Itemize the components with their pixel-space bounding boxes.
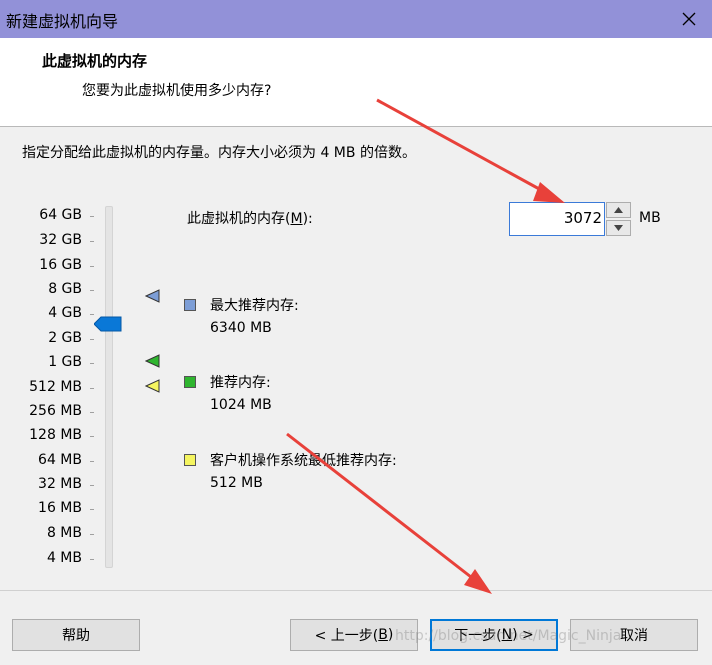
scale-tick [90, 339, 94, 340]
wizard-header: 此虚拟机的内存 您要为此虚拟机使用多少内存? [0, 38, 712, 127]
guest-min-value: 512 MB [210, 475, 263, 491]
scale-tick [90, 534, 94, 535]
scale-tick [90, 436, 94, 437]
spin-down-button[interactable] [606, 220, 631, 236]
close-icon [682, 12, 696, 26]
chevron-down-icon [614, 225, 623, 231]
scale-tick [90, 509, 94, 510]
guest-min-swatch [184, 454, 196, 466]
scale-tick [90, 241, 94, 242]
guest-min-marker [145, 379, 160, 393]
scale-label: 4 MB [46, 550, 82, 566]
scale-label: 2 GB [48, 330, 82, 346]
scale-tick [90, 363, 94, 364]
scale-label: 16 GB [39, 257, 82, 273]
scale-label: 64 MB [38, 452, 82, 468]
recommended-swatch [184, 376, 196, 388]
scale-tick [90, 314, 94, 315]
scale-tick [90, 216, 94, 217]
scale-tick [90, 559, 94, 560]
scale-label: 1 GB [48, 354, 82, 370]
scale-label: 32 MB [38, 476, 82, 492]
watermark: http://blog.csdn.net/Magic_Ninja [395, 628, 622, 644]
memory-slider-thumb[interactable] [93, 316, 122, 336]
instruction-text: 指定分配给此虚拟机的内存量。内存大小必须为 4 MB 的倍数。 [22, 145, 416, 161]
scale-label: 4 GB [48, 305, 82, 321]
scale-label: 8 GB [48, 281, 82, 297]
scale-label: 8 MB [46, 525, 82, 541]
memory-field[interactable] [509, 202, 608, 236]
scale-label: 64 GB [39, 207, 82, 223]
footer-divider [0, 590, 712, 591]
scale-label: 256 MB [29, 403, 82, 419]
scale-label: 128 MB [29, 427, 82, 443]
memory-input[interactable] [510, 203, 608, 233]
help-button[interactable]: 帮助 [12, 619, 140, 651]
scale-tick [90, 412, 94, 413]
max-recommended-value: 6340 MB [210, 320, 272, 336]
close-button[interactable] [666, 0, 712, 38]
memory-unit: MB [639, 210, 661, 226]
scale-label: 16 MB [38, 500, 82, 516]
scale-tick [90, 388, 94, 389]
recommended-value: 1024 MB [210, 397, 272, 413]
page-subtitle: 您要为此虚拟机使用多少内存? [82, 83, 272, 99]
guest-min-label: 客户机操作系统最低推荐内存: [210, 453, 397, 469]
title-bar: 新建虚拟机向导 [0, 0, 712, 38]
scale-label: 32 GB [39, 232, 82, 248]
scale-label: 512 MB [29, 379, 82, 395]
scale-tick [90, 290, 94, 291]
window-title: 新建虚拟机向导 [6, 12, 119, 31]
recommended-marker [145, 354, 160, 368]
chevron-up-icon [614, 207, 623, 213]
scale-tick [90, 266, 94, 267]
scale-tick [90, 461, 94, 462]
max-recommended-swatch [184, 299, 196, 311]
memory-label: 此虚拟机的内存(M): [187, 211, 313, 227]
scale-tick [90, 485, 94, 486]
page-title: 此虚拟机的内存 [42, 52, 148, 70]
recommended-label: 推荐内存: [210, 375, 271, 391]
memory-spinner[interactable] [606, 202, 631, 236]
memory-slider-track[interactable] [105, 206, 113, 568]
max-recommended-label: 最大推荐内存: [210, 298, 299, 314]
spin-up-button[interactable] [606, 202, 631, 218]
max-recommended-marker [145, 289, 160, 303]
